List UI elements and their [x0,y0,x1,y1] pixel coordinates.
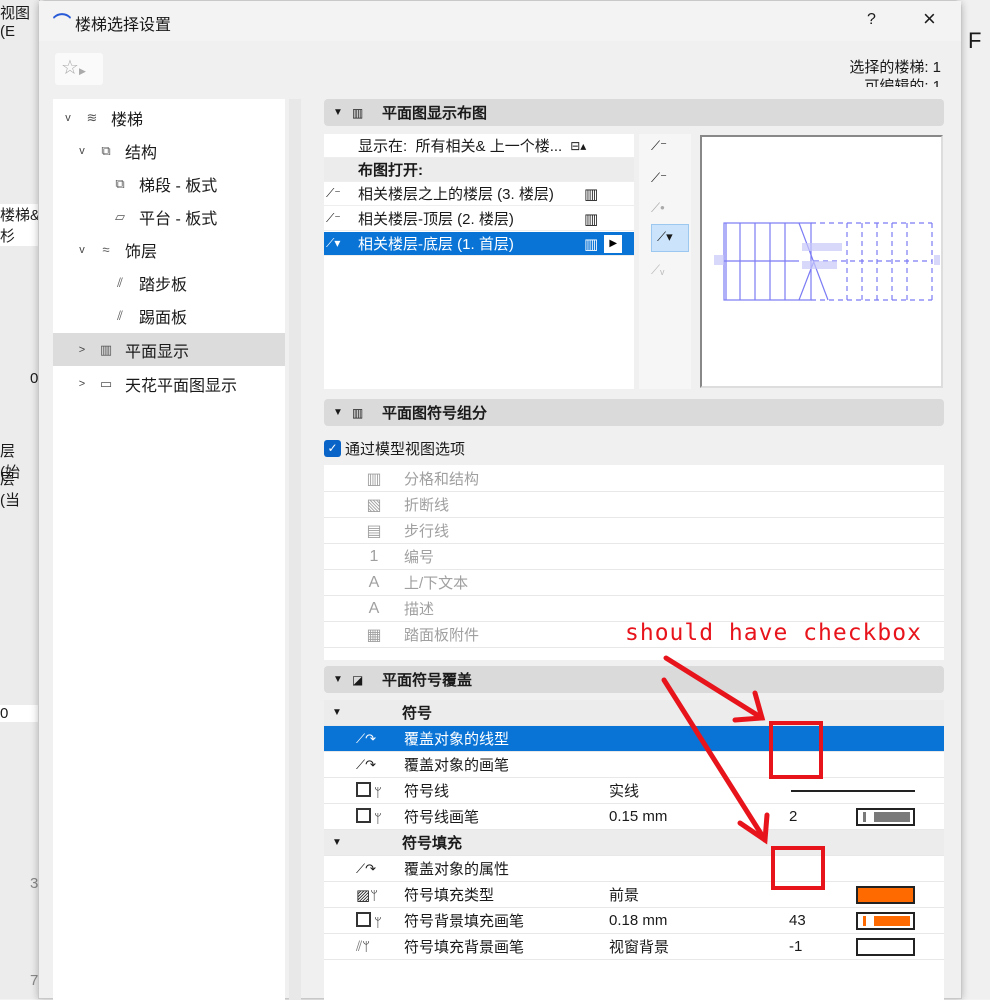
annotation-arrows [661,655,825,890]
annotation-box-2 [771,846,825,890]
annotation-arrow-2 [661,677,768,843]
annotation-box-1 [769,721,823,779]
